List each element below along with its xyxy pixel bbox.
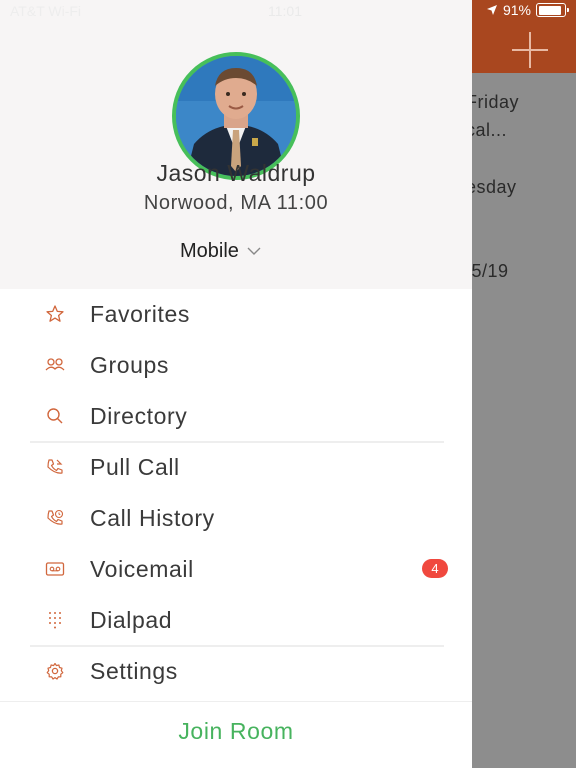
- menu-item-dialpad[interactable]: Dialpad: [0, 595, 472, 645]
- menu-item-label: Pull Call: [90, 453, 180, 480]
- voicemail-icon: [44, 558, 66, 580]
- search-icon: [44, 405, 66, 427]
- pull-call-icon: [44, 456, 66, 478]
- menu-item-label: Favorites: [90, 300, 190, 327]
- call-history-icon: [44, 507, 66, 529]
- footer-divider: [0, 701, 472, 702]
- device-label: Mobile: [180, 240, 239, 262]
- profile-name: Jason Waldrup: [156, 160, 316, 186]
- battery-percent: 91%: [502, 2, 531, 18]
- background-row-text: /5/19: [466, 261, 509, 281]
- menu-item-pull-call[interactable]: Pull Call: [0, 442, 472, 492]
- groups-icon: [44, 354, 66, 376]
- menu-item-label: Voicemail: [90, 555, 194, 582]
- carrier-label: AT&T Wi-Fi: [10, 3, 82, 19]
- background-row-text: cal...: [466, 120, 508, 140]
- status-time: 11:01: [268, 3, 302, 19]
- menu-item-label: Call History: [90, 504, 215, 531]
- dialpad-icon: [44, 609, 66, 631]
- avatar-photo: [176, 56, 296, 176]
- menu-item-settings[interactable]: Settings: [0, 646, 472, 696]
- menu-item-label: Directory: [90, 402, 188, 429]
- menu-item-directory[interactable]: Directory: [0, 391, 472, 441]
- menu-item-label: Groups: [90, 351, 170, 378]
- status-right-group: 91%: [486, 2, 569, 18]
- location-arrow-icon: [486, 5, 497, 15]
- settings-icon: [44, 660, 66, 682]
- menu-item-call-history[interactable]: Call History: [0, 493, 472, 543]
- menu-item-favorites[interactable]: Favorites: [0, 289, 472, 339]
- menu-item-voicemail[interactable]: Voicemail 4: [0, 544, 472, 594]
- menu-item-label: Dialpad: [90, 606, 173, 633]
- device-selector[interactable]: Mobile: [180, 240, 261, 263]
- menu-item-label: Settings: [90, 657, 178, 684]
- background-row-text: esday: [466, 177, 517, 197]
- side-drawer: Jason Waldrup Norwood, MA 11:00 Mobile F…: [0, 0, 472, 768]
- add-icon[interactable]: [510, 30, 550, 70]
- star-icon: [44, 303, 66, 325]
- background-row-text: Friday: [466, 92, 520, 112]
- status-bar: AT&T Wi-Fi 11:01 91%: [0, 0, 576, 22]
- battery-icon: [536, 3, 569, 17]
- chevron-down-icon: [247, 247, 261, 255]
- menu-item-groups[interactable]: Groups: [0, 340, 472, 390]
- voicemail-count-badge: 4: [422, 559, 448, 578]
- join-room-button[interactable]: Join Room: [0, 718, 472, 745]
- profile-location: Norwood, MA 11:00: [143, 192, 329, 214]
- profile-header: Jason Waldrup Norwood, MA 11:00 Mobile: [0, 0, 472, 289]
